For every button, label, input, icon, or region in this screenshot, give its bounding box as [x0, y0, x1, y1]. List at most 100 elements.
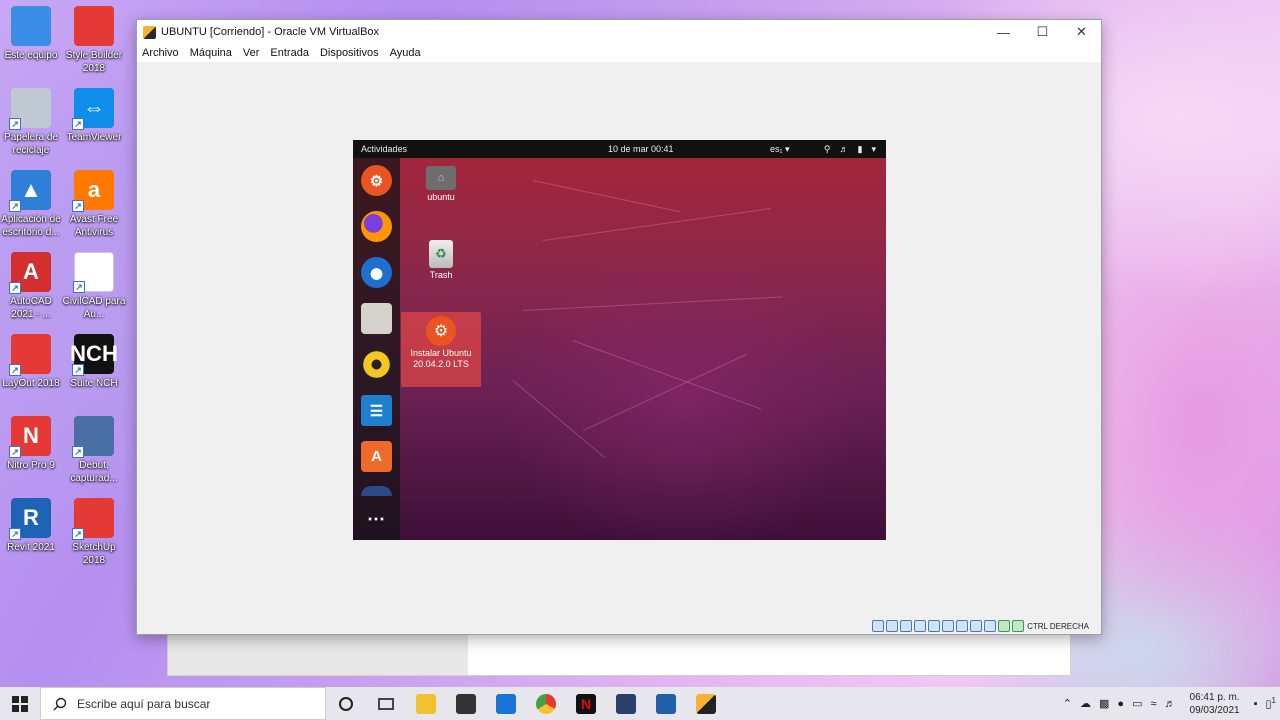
ubuntu-screen[interactable]: Actividades 10 de mar 00:41 es₁ ▾ ⚲ ♬ ▮ …: [353, 140, 886, 540]
wallpaper-line: [532, 180, 680, 213]
desktop-shortcut-file[interactable]: ↗ CivilCAD para Au...: [61, 252, 127, 321]
desktop-shortcut-teamviewer[interactable]: ⇔ ↗ TeamViewer: [61, 88, 127, 144]
desktop-shortcut-layout[interactable]: ↗ LayOut 2018: [0, 334, 64, 390]
desktop-shortcut-label: Style Builder 2018: [65, 50, 123, 74]
azure-icon: ▲ ↗: [9, 170, 51, 212]
dock-firefox-icon[interactable]: [361, 211, 392, 242]
desktop-shortcut-label: LayOut 2018: [2, 378, 60, 389]
taskbar-search[interactable]: Escribe aquí para buscar: [40, 687, 326, 720]
show-applications-icon[interactable]: ⋯: [361, 504, 392, 535]
hard-disk-icon[interactable]: [872, 620, 885, 632]
taskbar-chrome[interactable]: [526, 687, 566, 720]
taskbar-netflix[interactable]: N: [566, 687, 606, 720]
volume-icon[interactable]: ♬: [1165, 698, 1176, 710]
remote-desktop-icon: [496, 693, 516, 714]
desktop-shortcut-label: CivilCAD para Au...: [62, 296, 126, 320]
system-tray[interactable]: ⚲ ♬ ▮ ▾: [824, 144, 876, 155]
keyboard-icon[interactable]: [1012, 620, 1025, 632]
cpu-icon[interactable]: [984, 620, 997, 632]
menu-dispositivos[interactable]: Dispositivos: [320, 47, 379, 59]
battery-icon[interactable]: ▭: [1132, 697, 1142, 710]
task-view-icon: [378, 697, 394, 710]
ubuntu-dock: ⚙ ☰ A ⋯: [353, 158, 400, 540]
title-bar: UBUNTU [Corriendo] - Oracle VM VirtualBo…: [137, 20, 1101, 44]
microphone-icon[interactable]: ●: [1117, 698, 1124, 710]
close-button[interactable]: ✕: [1062, 20, 1101, 44]
store-icon: [456, 693, 476, 714]
audio-icon[interactable]: [900, 620, 913, 632]
menu-ayuda[interactable]: Ayuda: [390, 47, 421, 59]
desktop-shortcut-label: Debut, capturad...: [70, 460, 118, 484]
desktop-shortcut-label: AutoCAD 2021 - ...: [10, 296, 52, 320]
usb-icon[interactable]: [928, 620, 941, 632]
wifi-icon[interactable]: ≈: [1150, 698, 1156, 710]
install-ubuntu-shortcut[interactable]: ⚙ Instalar Ubuntu 20.04.2.0 LTS: [401, 312, 481, 387]
menu-entrada[interactable]: Entrada: [270, 47, 309, 59]
shared-folders-icon[interactable]: [942, 620, 955, 632]
install-ubuntu-label: Instalar Ubuntu 20.04.2.0 LTS: [410, 348, 472, 369]
mouse-integration-icon[interactable]: [998, 620, 1011, 632]
desktop-shortcut-avast[interactable]: a ↗ Avast Free Antivirus: [61, 170, 127, 239]
start-button[interactable]: [0, 687, 40, 720]
desktop-shortcut-sketchup[interactable]: ↗ SketchUp 2018: [61, 498, 127, 567]
desktop-shortcut-autocad[interactable]: A ↗ AutoCAD 2021 - ...: [0, 252, 64, 321]
shortcut-arrow-icon: ↗: [9, 282, 21, 294]
cortana-button[interactable]: [326, 687, 366, 720]
dock-rhythmbox-icon[interactable]: [361, 349, 392, 380]
taskbar-debut[interactable]: [606, 687, 646, 720]
taskbar-clock[interactable]: 06:41 p. m. 09/03/2021: [1190, 691, 1240, 717]
minimize-button[interactable]: —: [984, 20, 1023, 44]
taskbar-file-explorer[interactable]: [406, 687, 446, 720]
wallpaper-line: [512, 380, 605, 458]
dock-help-icon[interactable]: [361, 486, 392, 496]
ubuntu-clock[interactable]: 10 de mar 00:41: [608, 144, 674, 154]
cortana-icon: [339, 696, 353, 711]
network-icon[interactable]: [914, 620, 927, 632]
cloud-icon[interactable]: ☁: [1080, 697, 1091, 710]
dock-thunderbird-icon[interactable]: [361, 257, 392, 288]
desktop-shortcut-stylebuilder[interactable]: Style Builder 2018: [61, 6, 127, 75]
file-icon: ↗: [73, 252, 114, 293]
display-icon[interactable]: [956, 620, 969, 632]
desktop-shortcut-label: Nitro Pro 9: [7, 460, 55, 471]
desktop-shortcut-revit[interactable]: R ↗ Revit 2021: [0, 498, 64, 554]
gnome-top-bar: Actividades 10 de mar 00:41 es₁ ▾ ⚲ ♬ ▮ …: [353, 140, 886, 158]
language-indicator-icon[interactable]: ▪: [1254, 698, 1258, 710]
desktop-shortcut-azure[interactable]: ▲ ↗ Aplicación de escritorio d...: [0, 170, 64, 239]
notifications-button[interactable]: ▯1: [1265, 696, 1276, 711]
dock-libreoffice-writer-icon[interactable]: ☰: [361, 395, 392, 426]
file-explorer-icon: [416, 693, 436, 714]
home-folder-shortcut[interactable]: ⌂ ubuntu: [401, 166, 481, 203]
shortcut-arrow-icon: ↗: [72, 446, 84, 458]
desktop-shortcut-recycle-bin[interactable]: ↗ Papelera de reciclaje: [0, 88, 64, 157]
desktop-shortcut-debut[interactable]: ↗ Debut, capturad...: [61, 416, 127, 485]
maximize-button[interactable]: ☐: [1023, 20, 1062, 44]
activities-button[interactable]: Actividades: [361, 144, 407, 154]
input-language[interactable]: es₁ ▾: [770, 144, 790, 155]
wallpaper-line: [543, 207, 771, 241]
trash-shortcut[interactable]: ♻ Trash: [401, 240, 481, 281]
desktop-shortcut-label: TeamViewer: [66, 132, 122, 143]
volume-icon: ♬: [839, 143, 849, 154]
taskbar-virtualbox-vm[interactable]: [686, 687, 726, 720]
show-hidden-icons-button[interactable]: ⌃: [1063, 697, 1072, 710]
menu-maquina[interactable]: Máquina: [190, 47, 232, 59]
menu-archivo[interactable]: Archivo: [142, 47, 179, 59]
recycle-bin-icon: ↗: [9, 88, 51, 130]
taskbar-app-blue[interactable]: [486, 687, 526, 720]
optical-drive-icon[interactable]: [886, 620, 899, 632]
window-controls: — ☐ ✕: [984, 20, 1101, 44]
video-capture-icon[interactable]: [970, 620, 983, 632]
dock-files-icon[interactable]: [361, 303, 392, 334]
tray-app-icon[interactable]: ▩: [1099, 697, 1109, 710]
taskbar-store[interactable]: [446, 687, 486, 720]
desktop-shortcut-nch[interactable]: NCH ↗ Suite NCH: [61, 334, 127, 390]
menu-ver[interactable]: Ver: [243, 47, 260, 59]
taskbar-virtualbox-manager[interactable]: [646, 687, 686, 720]
desktop-shortcut-label: SketchUp 2018: [72, 542, 116, 566]
dock-ubuntu-installer-icon[interactable]: ⚙: [361, 165, 392, 196]
task-view-button[interactable]: [366, 687, 406, 720]
desktop-shortcut-nitro[interactable]: N ↗ Nitro Pro 9: [0, 416, 64, 472]
dock-software-icon[interactable]: A: [361, 441, 392, 472]
desktop-shortcut-computer[interactable]: Este equipo: [0, 6, 64, 62]
